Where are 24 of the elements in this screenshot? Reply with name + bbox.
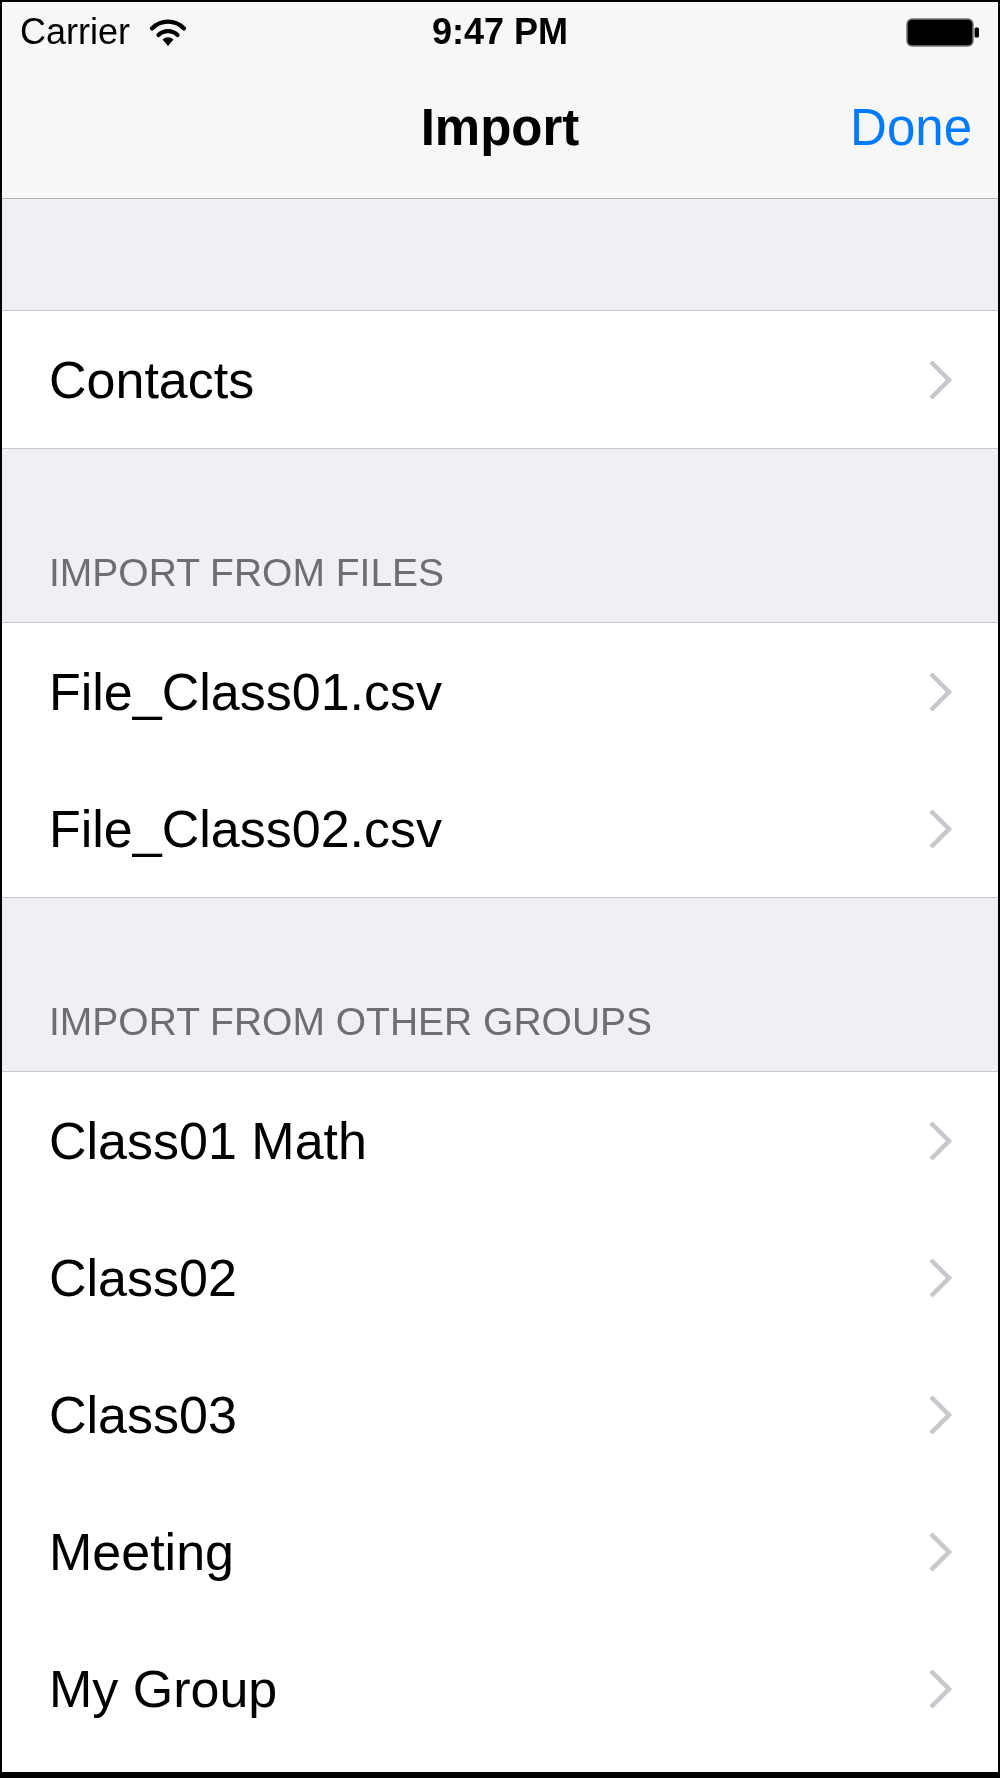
- chevron-icon: [928, 1394, 953, 1435]
- chevron-icon: [928, 671, 953, 712]
- section-header: IMPORT FROM OTHER GROUPS: [49, 999, 653, 1046]
- section-header: IMPORT FROM FILES: [49, 550, 445, 597]
- done-button[interactable]: Done: [850, 97, 972, 157]
- list-row[interactable]: Class03: [2, 1346, 998, 1483]
- list-row[interactable]: Class01 Math: [2, 1072, 998, 1209]
- chevron-icon: [928, 1668, 953, 1709]
- chevron-icon: [928, 1531, 953, 1572]
- nav-title: Import: [420, 97, 580, 157]
- list-row[interactable]: My Group: [2, 1620, 998, 1757]
- wifi-icon: [149, 18, 187, 46]
- list-row[interactable]: File_Class02.csv: [2, 760, 998, 897]
- status-time: 9:47 PM: [431, 14, 569, 50]
- chevron-icon: [928, 359, 953, 400]
- list-row[interactable]: Meeting: [2, 1483, 998, 1620]
- carrier-label: Carrier: [20, 14, 130, 50]
- list-row[interactable]: Contacts: [2, 311, 998, 448]
- chevron-icon: [928, 1120, 953, 1161]
- list-row[interactable]: Class02: [2, 1209, 998, 1346]
- battery-icon: [906, 17, 980, 47]
- chevron-icon: [928, 808, 953, 849]
- list-row[interactable]: File_Class01.csv: [2, 623, 998, 760]
- chevron-icon: [928, 1257, 953, 1298]
